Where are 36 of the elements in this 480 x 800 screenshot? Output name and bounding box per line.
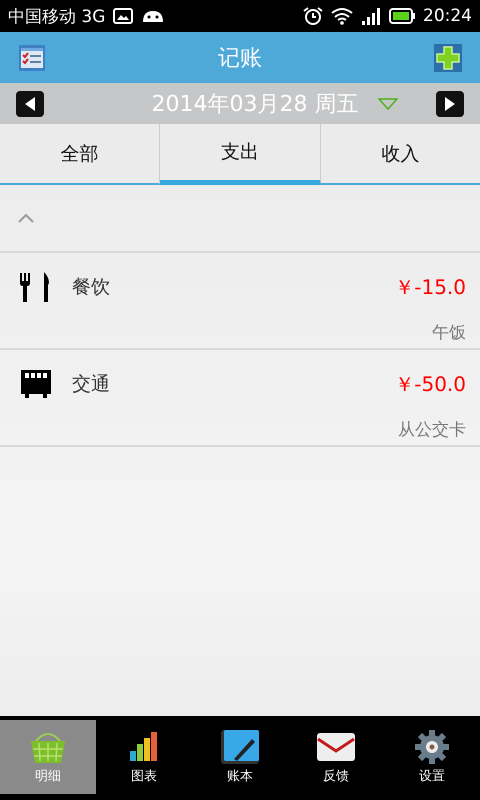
- expense-row[interactable]: 交通 ￥-50.0 从公交卡: [0, 350, 480, 447]
- category-text: 交通: [72, 372, 111, 397]
- nav-tab[interactable]: 设置: [384, 720, 480, 794]
- checklist-button[interactable]: [18, 44, 46, 72]
- window-title: 记账: [218, 44, 262, 72]
- clock-text: 20:24: [423, 6, 472, 26]
- next-day-button[interactable]: [436, 90, 464, 116]
- bus-icon: [18, 368, 54, 400]
- nav-tab[interactable]: 账本: [192, 720, 288, 794]
- expense-row[interactable]: 餐饮 ￥-15.0 午饭: [0, 253, 480, 350]
- note-text: 午饭: [432, 322, 466, 344]
- tab[interactable]: 支出: [160, 124, 321, 185]
- nav-tab[interactable]: 反馈: [288, 720, 384, 794]
- amount-text: ￥-50.0: [394, 370, 466, 398]
- category-text: 餐饮: [72, 275, 111, 300]
- left-arrow-icon: [23, 96, 37, 112]
- wifi-icon: [331, 7, 353, 25]
- previous-day-button[interactable]: [16, 90, 44, 116]
- notebook-icon: [220, 729, 260, 765]
- battery-icon: [389, 8, 415, 24]
- add-button[interactable]: [434, 44, 462, 72]
- note-text: 从公交卡: [398, 419, 466, 441]
- signal-icon: [361, 7, 381, 25]
- chevron-up-icon[interactable]: [17, 213, 35, 223]
- tab[interactable]: 收入: [320, 124, 480, 185]
- right-arrow-icon: [442, 96, 457, 112]
- alarm-icon: [303, 7, 323, 25]
- checklist-icon: [18, 44, 46, 72]
- carrier-text: 中国移动 3G: [8, 6, 106, 28]
- settings-icon: [412, 729, 452, 765]
- tab[interactable]: 全部: [0, 124, 160, 185]
- nav-tab[interactable]: 图表: [96, 720, 192, 794]
- image-icon: [113, 8, 134, 24]
- amount-text: ￥-15.0: [394, 274, 466, 300]
- plus-icon: [434, 44, 462, 72]
- android-icon: [141, 8, 166, 24]
